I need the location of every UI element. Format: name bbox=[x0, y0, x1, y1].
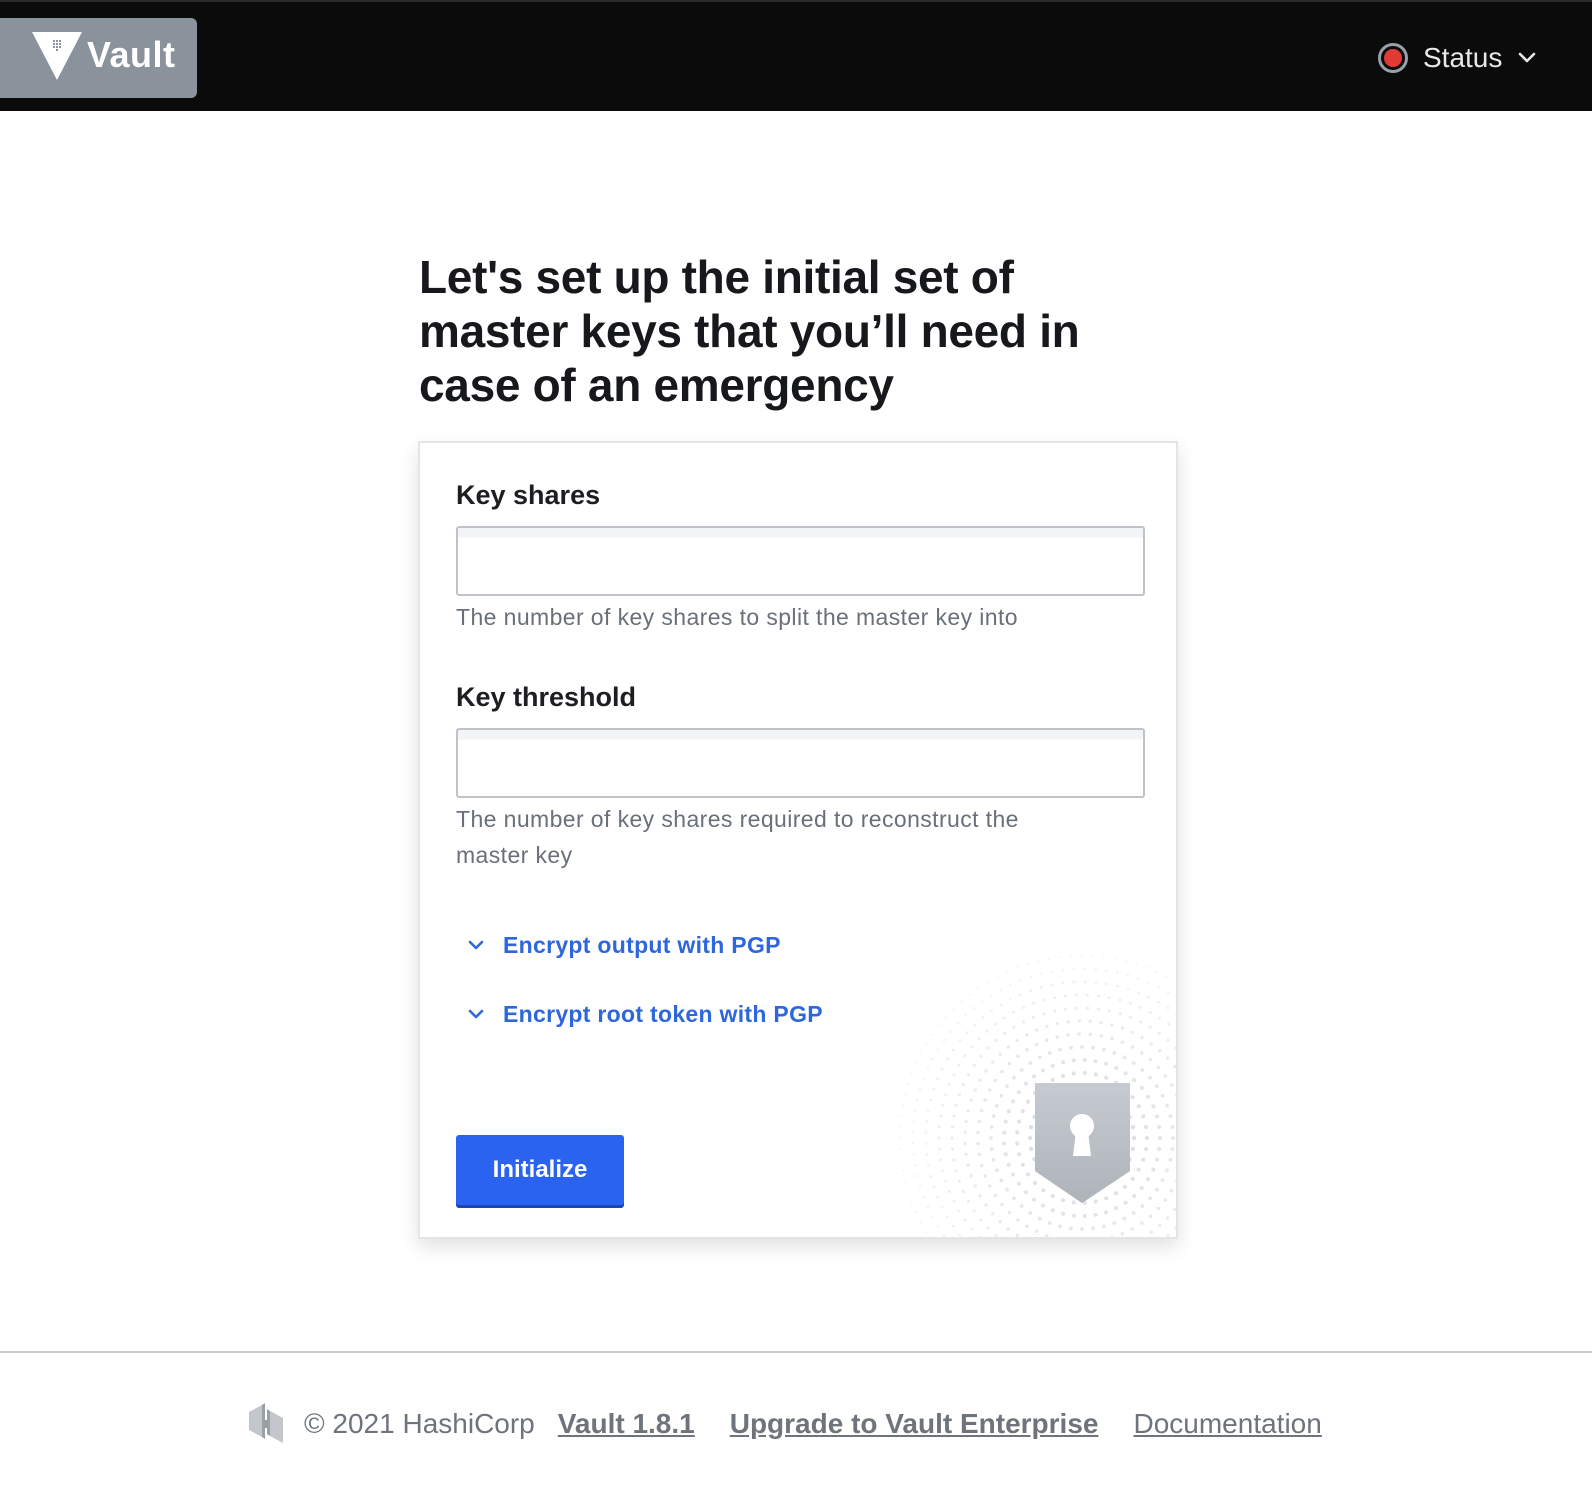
key-threshold-help: The number of key shares required to rec… bbox=[456, 806, 1019, 868]
vault-home-link[interactable]: Vault bbox=[0, 18, 197, 98]
key-threshold-label: Key threshold bbox=[456, 682, 637, 712]
chevron-down-icon bbox=[468, 940, 484, 950]
upgrade-enterprise-link[interactable]: Upgrade to Vault Enterprise bbox=[730, 1408, 1099, 1440]
footer-divider bbox=[0, 1351, 1592, 1353]
toggle-encrypt-output-pgp-label: Encrypt output with PGP bbox=[503, 932, 781, 958]
vault-version-link[interactable]: Vault 1.8.1 bbox=[558, 1408, 695, 1440]
init-form-card: Key shares The number of key shares to s… bbox=[418, 441, 1178, 1239]
key-threshold-input[interactable] bbox=[456, 728, 1145, 798]
status-menu[interactable]: Status bbox=[1378, 38, 1536, 78]
keyhole-shield-icon bbox=[898, 954, 1176, 1237]
copyright-text: © 2021 HashiCorp bbox=[304, 1408, 535, 1439]
footer: © 2021 HashiCorp Vault 1.8.1 Upgrade to … bbox=[246, 1400, 1357, 1448]
status-label: Status bbox=[1423, 42, 1503, 73]
initialize-button[interactable]: Initialize bbox=[456, 1135, 624, 1205]
toggle-encrypt-root-token-pgp-label: Encrypt root token with PGP bbox=[503, 1001, 823, 1027]
hashicorp-logo-icon bbox=[249, 1403, 283, 1443]
key-shares-label: Key shares bbox=[456, 480, 601, 510]
key-shares-input[interactable] bbox=[456, 526, 1145, 596]
status-indicator-dot bbox=[1384, 49, 1402, 67]
app-name: Vault bbox=[87, 34, 176, 75]
top-navbar: Vault Status bbox=[0, 0, 1592, 111]
documentation-link[interactable]: Documentation bbox=[1133, 1408, 1321, 1440]
status-indicator-icon bbox=[1378, 43, 1408, 73]
chevron-down-icon bbox=[1519, 52, 1536, 63]
chevron-down-icon bbox=[468, 1009, 484, 1019]
key-shares-help: The number of key shares to split the ma… bbox=[456, 604, 1018, 630]
toggle-encrypt-root-token-pgp[interactable]: Encrypt root token with PGP bbox=[468, 1001, 823, 1028]
page-title: Let's set up the initial set of master k… bbox=[419, 251, 1080, 411]
vault-triangle-icon bbox=[32, 32, 82, 80]
toggle-encrypt-output-pgp[interactable]: Encrypt output with PGP bbox=[468, 932, 781, 959]
